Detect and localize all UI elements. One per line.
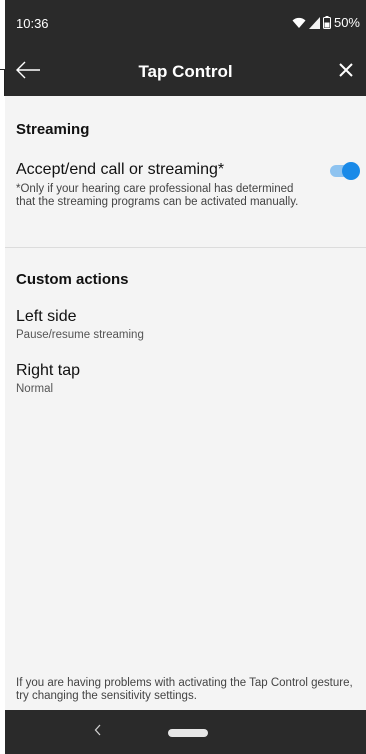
signal-icon [308,16,320,29]
battery-icon [322,16,331,29]
custom-actions-section-title: Custom actions [16,271,129,288]
battery-percent: 50% [333,15,360,30]
nav-back-button[interactable] [91,722,105,740]
page-title: Tap Control [138,62,233,81]
status-icons: 50% [292,15,360,30]
status-bar: 10:36 50% [5,0,366,48]
toggle-knob [342,162,360,180]
list-item-right-tap[interactable]: Right tap Normal [5,359,366,399]
streaming-toggle-label: Accept/end call or streaming* [16,161,225,178]
nav-home-pill[interactable] [168,729,208,737]
footer-note: If you are having problems with activati… [16,677,353,702]
list-item-title: Right tap [16,362,81,379]
app-header: Tap Control [5,48,366,96]
list-item-subtitle: Normal [16,383,54,395]
system-nav-bar [5,710,366,754]
close-button[interactable] [332,58,360,86]
list-item-subtitle: Pause/resume streaming [16,329,144,341]
close-icon [339,62,353,82]
phone-screen: 10:36 50% Tap Control Streaming Accept/e… [5,0,366,754]
section-divider [5,247,366,248]
wifi-icon [292,17,306,29]
streaming-toggle[interactable] [330,162,360,180]
list-item-left-side[interactable]: Left side Pause/resume streaming [5,305,366,345]
chevron-left-icon [94,723,102,739]
streaming-note: *Only if your hearing care professional … [16,183,299,208]
status-time: 10:36 [16,16,49,31]
streaming-section-title: Streaming [16,121,90,138]
list-item-title: Left side [16,308,77,325]
